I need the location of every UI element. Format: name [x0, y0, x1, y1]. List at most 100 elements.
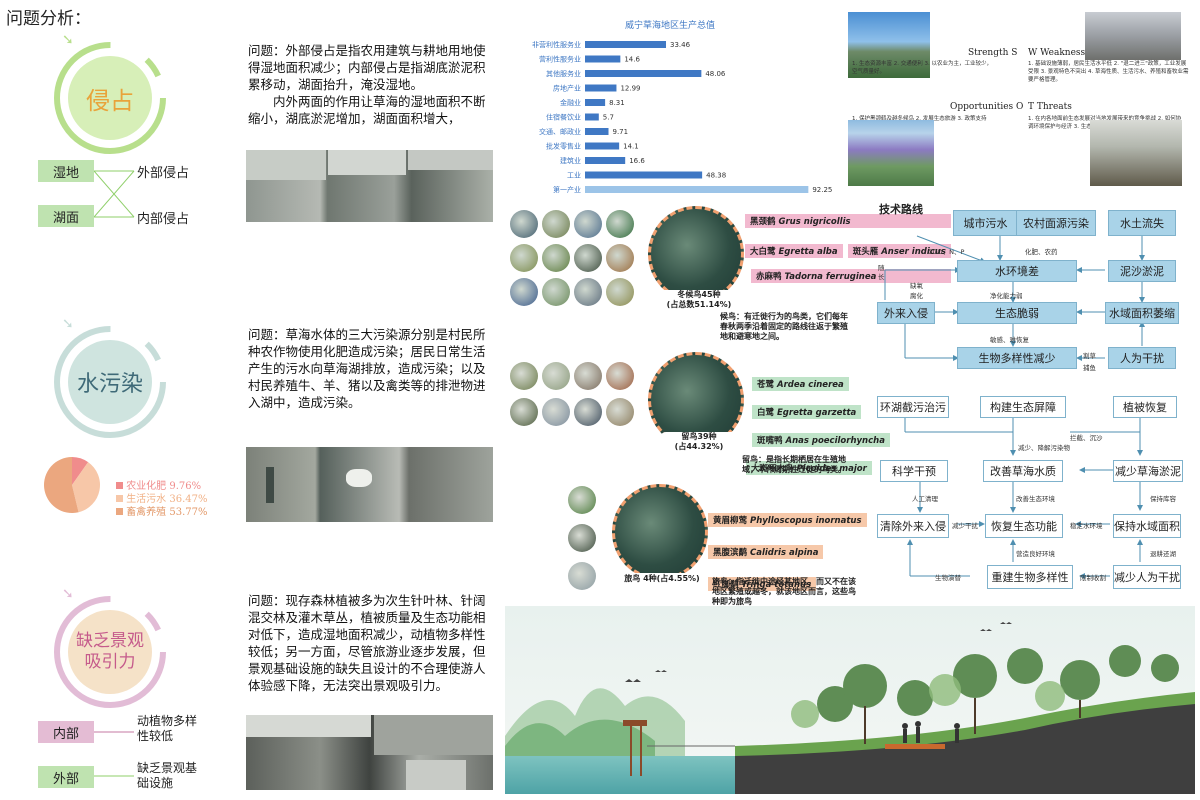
flow-city-sewage: 城市污水: [953, 210, 1018, 236]
bar-value-label: 9.71: [613, 128, 629, 136]
photo-encroach: [246, 150, 493, 222]
gdp-bar-chart: 威宁草海地区生产总值 非营利性服务业 33.46 营利性服务业 14.6 其他服务业 48…: [505, 8, 835, 203]
bird-map-1: [648, 206, 744, 302]
swot-threats-title: T Threats: [1028, 102, 1072, 112]
bar: [585, 41, 667, 48]
flow-note: 捕鱼: [1083, 364, 1096, 372]
tag-biodiversity: 动植物多样 性较低: [137, 714, 198, 743]
bird-photo: [510, 398, 538, 426]
bird-photo: [568, 524, 596, 552]
landscape-circle: 缺乏景观 吸引力: [50, 592, 170, 712]
flow-eco-barrier: 构建生态屏障: [980, 396, 1066, 418]
flow-reduce-silt: 减少草海淤泥: [1113, 460, 1183, 482]
bird-photo: [574, 210, 602, 238]
problem-text-1b: 内外两面的作用让草海的湿地面积不断缩小，湖底淤泥增加，湖面面积增大，: [248, 94, 486, 126]
encroach-label: 侵占: [86, 86, 134, 115]
problem-text-1: 问题：外部侵占是指农用建筑与耕地用地使得湿地面积减少；内部侵占是指湖底淤泥积累移…: [248, 43, 486, 92]
bar-category-label: 工业: [567, 171, 581, 180]
swot-weakness-title: W Weakness: [1028, 48, 1086, 58]
flow-fragile: 生态脆弱: [957, 302, 1077, 324]
bird-photo: [542, 278, 570, 306]
bar: [585, 157, 626, 164]
flow-note: 缺氧: [910, 282, 923, 290]
bar-category-label: 其他服务业: [546, 69, 581, 78]
flow-remove-invasive: 清除外来入侵: [877, 514, 949, 538]
problem-text-2: 问题：草海水体的三大污染源分别是村民所种农作物使用化肥造成污染；居民日常生活产生…: [248, 327, 486, 410]
bird-species-label: 黑腹滨鹬 Calidris alpina: [708, 545, 824, 559]
bird-thumbs-1: [510, 210, 640, 310]
flow-intercept: 环湖截污治污: [877, 396, 949, 418]
bird-photo: [542, 244, 570, 272]
flow-keep-area: 保持水域面积: [1113, 514, 1181, 538]
bar-category-label: 房地产业: [553, 84, 581, 93]
flow-invasion: 外来入侵: [877, 302, 935, 324]
bar: [585, 142, 620, 150]
flow-biodiversity-drop: 生物多样性减少: [957, 347, 1077, 369]
connector-lines: [94, 731, 134, 777]
flow-note: 限制收割: [1080, 574, 1106, 582]
flow-reduce-human: 减少人为干扰: [1113, 565, 1181, 589]
bar-category-label: 非营利性服务业: [532, 40, 581, 49]
bird-species-label: 苍鹭 Ardea cinerea: [752, 377, 849, 391]
bird-map-3: [612, 484, 708, 580]
flow-note: 减少、降解污染物: [1018, 444, 1070, 452]
bird-photo: [574, 362, 602, 390]
flow-water-env-poor: 水环境差: [957, 260, 1077, 282]
bird-photo: [510, 244, 538, 272]
problem-text-3: 问题：现存森林植被多为次生针叶林、针阔混交林及灌木草丛，植被质量及生态功能相对低…: [248, 593, 486, 693]
flow-rebuild-biodiversity: 重建生物多样性: [987, 565, 1073, 589]
flow-note: COD、N、P: [928, 248, 965, 256]
photo-landscape: [246, 715, 493, 790]
bird-count-3: 旅鸟 4种(占4.55%): [622, 573, 702, 584]
bird-photo: [568, 486, 596, 514]
tag-wetland: 湿地: [38, 160, 94, 182]
bar-value-label: 5.7: [603, 114, 614, 122]
flow-area-shrink: 水域面积萎缩: [1105, 302, 1179, 324]
flow-sediment: 泥沙淤泥: [1108, 260, 1176, 282]
bird-photo: [606, 362, 634, 390]
bar: [585, 84, 617, 92]
flow-vegetation: 植被恢复: [1113, 396, 1177, 418]
arrow-icon: ➘: [62, 32, 74, 48]
bird-photo: [542, 210, 570, 238]
bird-photo: [574, 244, 602, 272]
bar-value-label: 14.1: [623, 143, 639, 151]
swot-strength-text: 1. 生态资源丰富 2. 交通便利 3. 以农业为主，工业较少，空气质量好。: [852, 61, 992, 75]
landscape-section-illustration: [505, 606, 1195, 794]
bar-value-label: 48.06: [705, 70, 726, 78]
flow-sci-intervene: 科学干预: [880, 460, 948, 482]
flow-note: 割草: [1083, 352, 1096, 360]
cross-lines: [94, 170, 135, 218]
bird-photo: [568, 562, 596, 590]
bird-species-label: 大白鹭 Egretta alba: [745, 244, 843, 258]
flow-note: 腐化: [910, 292, 923, 300]
bird-count-2: 留鸟39种 (占44.32%): [660, 432, 738, 452]
bar-category-label: 住宿餐饮业: [546, 113, 581, 122]
flow-note: 营造良好环境: [1016, 550, 1055, 558]
flow-soil-loss: 水土流失: [1108, 210, 1176, 236]
bird-photo: [606, 210, 634, 238]
flow-improve-water: 改善草海水质: [983, 460, 1063, 482]
pollution-pie: [44, 457, 100, 513]
bird-photo: [574, 398, 602, 426]
bird-thumbs-3: [566, 486, 602, 594]
flow-note: 随长: [878, 264, 885, 281]
tag-internal: 内部侵占: [137, 211, 190, 227]
bar-category-label: 交通、邮政业: [539, 127, 581, 136]
bird-photo: [510, 362, 538, 390]
tag-internal-2: 内部: [38, 721, 94, 743]
bird-photo: [606, 398, 634, 426]
tag-external-2: 外部: [38, 766, 94, 788]
tag-infrastructure: 缺乏景观基 础设施: [137, 761, 198, 790]
flow-note: 生物演替: [935, 574, 961, 582]
legend-item: 生活污水 36.47%: [116, 493, 208, 506]
swot-opportunities-title: Opportunities O: [950, 102, 1024, 112]
flow-note: 退耕还湖: [1150, 550, 1176, 558]
pie-legend: 农业化肥 9.76% 生活污水 36.47% 畜禽养殖 53.77%: [116, 480, 208, 519]
arrow-icon: ➘: [62, 586, 74, 602]
bar-value-label: 12.99: [620, 85, 640, 93]
flow-note: 改善生态环境: [1016, 495, 1055, 503]
bar-category-label: 金融业: [560, 98, 581, 107]
bar-value-label: 16.6: [629, 157, 645, 165]
page-title: 问题分析：: [6, 9, 91, 29]
